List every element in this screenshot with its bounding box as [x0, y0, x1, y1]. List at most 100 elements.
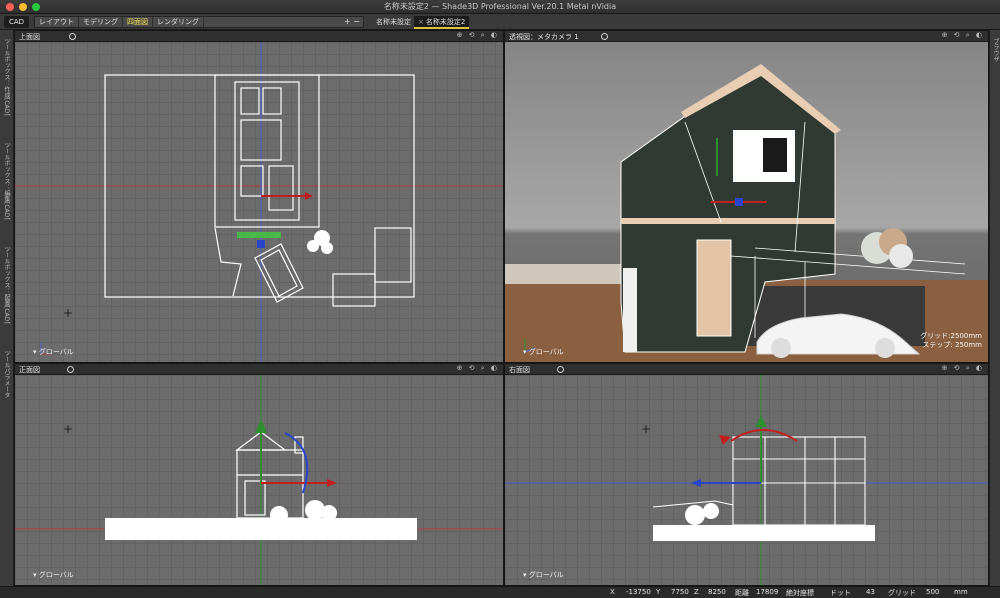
- y-label: Y: [656, 588, 661, 596]
- document-tab-1-label: 名称未設定: [376, 18, 411, 26]
- viewport-front-title: 正面図: [19, 366, 40, 374]
- mode-layout[interactable]: レイアウト: [35, 17, 79, 27]
- car-wheel-front: [771, 338, 791, 358]
- right-view-drawing: +: [505, 375, 988, 585]
- z-label: Z: [694, 588, 699, 596]
- coord-system-label[interactable]: ▾ グローバル: [523, 570, 564, 580]
- cursor-crosshair-icon: +: [63, 422, 73, 436]
- manipulator-center[interactable]: [735, 198, 743, 206]
- front-door: [696, 239, 732, 337]
- mode-spacer: [204, 17, 341, 27]
- add-remove-mode-button[interactable]: + −: [341, 17, 363, 27]
- viewport-top[interactable]: 上面図 ⊕ ⟲ ⌕ ◐ + ▾ グローバル: [14, 30, 504, 363]
- document-tab-2-label: 名称未設定2: [425, 18, 466, 26]
- eye-icon[interactable]: [67, 366, 74, 373]
- grid-value[interactable]: 500: [926, 588, 939, 596]
- mode-toolbar: CAD レイアウト モデリング 四面図 レンダリング + − 名称未設定 × 名称…: [0, 14, 1000, 30]
- tree-render: [861, 228, 913, 268]
- tree-right: [685, 503, 719, 525]
- shade3d-window: 名称未設定2 — Shade3D Professional Ver.20.1 M…: [0, 0, 1000, 598]
- coord-system-text: グローバル: [38, 348, 74, 356]
- grid-size-text: グリッド:2500mm: [920, 332, 982, 340]
- cad-tab[interactable]: CAD: [4, 16, 30, 28]
- left-toolbox-strip: ツールボックス：作成[CAD] ツールボックス：編集[CAD] ツールボックス：…: [0, 30, 14, 586]
- viewport-right-title: 右面図: [509, 366, 530, 374]
- right-browser-strip: ブラウザ: [989, 30, 1000, 586]
- tool-parameter-tab[interactable]: ツールパラメータ: [2, 350, 11, 398]
- car-wheel-rear: [875, 338, 895, 358]
- coord-system-text: グローバル: [528, 571, 564, 579]
- viewport-front-canvas[interactable]: + ▾ グローバル: [15, 375, 503, 585]
- front-view-drawing: +: [15, 375, 503, 585]
- toolbox-place-tab[interactable]: ツールボックス：配置[CAD]: [2, 246, 11, 324]
- mode-selector: レイアウト モデリング 四面図 レンダリング + −: [34, 16, 364, 28]
- z-value: 8250: [708, 588, 726, 596]
- distance-label: 距離: [735, 589, 749, 597]
- ground-slab: [653, 525, 875, 541]
- viewport-front[interactable]: 正面図 ⊕ ⟲ ⌕ ◐ + ▾ グローバル: [14, 363, 504, 586]
- coord-system-text: グローバル: [528, 348, 564, 356]
- coord-system-label[interactable]: ▾ グローバル: [33, 347, 74, 357]
- coord-system-label[interactable]: ▾ グローバル: [33, 570, 74, 580]
- eye-icon[interactable]: [69, 33, 76, 40]
- rotation-arrow[interactable]: [719, 435, 731, 445]
- viewport-tools-icons[interactable]: ⊕ ⟲ ⌕ ◐: [942, 31, 984, 40]
- window-title: 名称未設定2 — Shade3D Professional Ver.20.1 M…: [383, 2, 617, 11]
- viewport-perspective-canvas[interactable]: グリッド:2500mm ステップ: 250mm ▾ グローバル: [505, 42, 988, 362]
- viewport-right-canvas[interactable]: + ▾ グローバル: [505, 375, 988, 585]
- mode-modeling[interactable]: モデリング: [79, 17, 123, 27]
- toolbox-edit-tab[interactable]: ツールボックス：編集[CAD]: [2, 142, 11, 220]
- tree-top: [307, 230, 333, 254]
- selection-handle[interactable]: [237, 232, 281, 238]
- manipulator-center[interactable]: [257, 240, 265, 248]
- coord-mode-select[interactable]: 絶対座標: [786, 588, 814, 598]
- dot-label: ドット: [830, 589, 851, 597]
- mode-rendering[interactable]: レンダリング: [153, 17, 204, 27]
- document-tab-1[interactable]: 名称未設定: [372, 16, 415, 29]
- coord-system-label[interactable]: ▾ グローバル: [523, 347, 564, 357]
- front-elevation-wireframe: [235, 431, 304, 519]
- coord-system-text: グローバル: [38, 571, 74, 579]
- gate-post: [623, 268, 637, 352]
- eye-icon[interactable]: [557, 366, 564, 373]
- eye-icon[interactable]: [601, 33, 608, 40]
- document-tab-2[interactable]: × 名称未設定2: [414, 16, 470, 29]
- x-label: X: [610, 588, 615, 596]
- viewport-right[interactable]: 右面図 ⊕ ⟲ ⌕ ◐ + ▾ グローバル: [504, 363, 989, 586]
- viewport-perspective-title: 透視図：メタカメラ 1: [509, 33, 579, 41]
- top-view-drawing: +: [15, 42, 503, 362]
- status-bar: X -13750 Y 7750 Z 8250 距離 17809 絶対座標 ドット…: [0, 586, 1000, 598]
- perspective-render: [505, 64, 988, 362]
- manipulator-z-arrow[interactable]: [255, 419, 267, 433]
- viewport-front-header: 正面図 ⊕ ⟲ ⌕ ◐: [15, 364, 503, 375]
- close-tab-icon[interactable]: ×: [418, 18, 424, 26]
- ground-slab: [105, 518, 417, 540]
- browser-tab[interactable]: ブラウザ: [991, 38, 1000, 62]
- viewport-right-header: 右面図 ⊕ ⟲ ⌕ ◐: [505, 364, 988, 375]
- viewport-top-title: 上面図: [19, 33, 40, 41]
- rotation-arc[interactable]: [730, 429, 798, 442]
- grid-label: グリッド: [888, 589, 916, 597]
- viewport-tools-icons[interactable]: ⊕ ⟲ ⌕ ◐: [942, 364, 984, 373]
- manipulator-z-arrow[interactable]: [755, 415, 767, 427]
- grid-info: グリッド:2500mm ステップ: 250mm: [920, 332, 982, 350]
- unit-select[interactable]: mm: [954, 588, 968, 596]
- viewport-top-canvas[interactable]: + ▾ グローバル: [15, 42, 503, 362]
- viewport-tools-icons[interactable]: ⊕ ⟲ ⌕ ◐: [457, 31, 499, 40]
- cursor-crosshair-icon: +: [641, 422, 651, 436]
- house-plan-wireframe: [104, 74, 415, 307]
- distance-value: 17809: [756, 588, 779, 596]
- floor-band: [621, 218, 835, 224]
- mode-four-view[interactable]: 四面図: [123, 17, 153, 27]
- wall-fence: [505, 264, 625, 284]
- viewport-tools-icons[interactable]: ⊕ ⟲ ⌕ ◐: [457, 364, 499, 373]
- toolbox-create-tab[interactable]: ツールボックス：作成[CAD]: [2, 38, 11, 116]
- viewport-perspective[interactable]: 透視図：メタカメラ 1 ⊕ ⟲ ⌕ ◐ グリッド:2500mm ステップ: 25…: [504, 30, 989, 363]
- manipulator-x-arrow[interactable]: [305, 192, 313, 200]
- viewport-top-header: 上面図 ⊕ ⟲ ⌕ ◐: [15, 31, 503, 42]
- manipulator-y-arrow[interactable]: [691, 479, 701, 487]
- title-bar: 名称未設定2 — Shade3D Professional Ver.20.1 M…: [0, 0, 1000, 14]
- right-elevation-wireframe: [652, 436, 866, 526]
- manipulator-x-arrow[interactable]: [327, 479, 337, 487]
- dot-value[interactable]: 43: [866, 588, 875, 596]
